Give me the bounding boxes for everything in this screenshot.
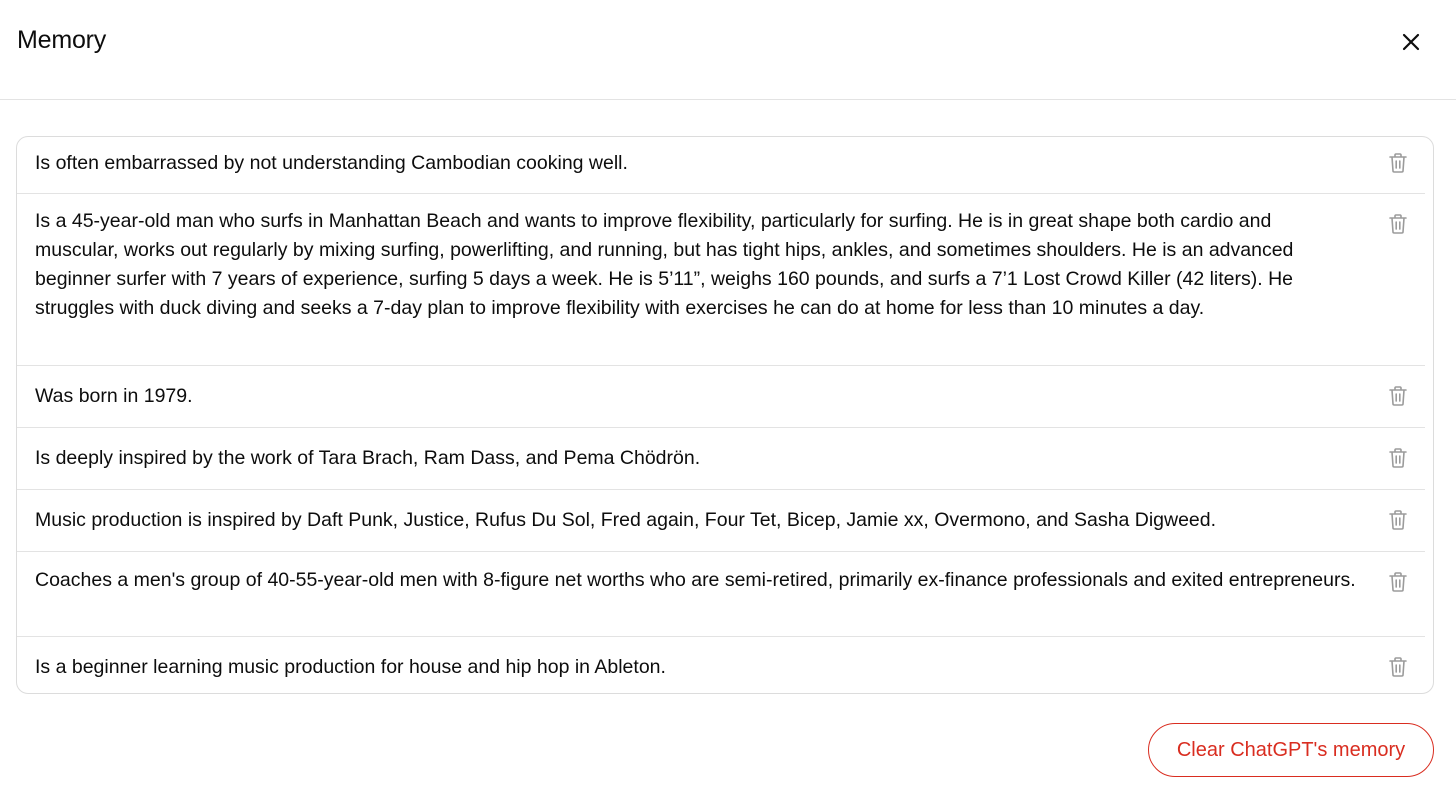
modal-header: Memory: [0, 0, 1456, 100]
memory-item: Music production is inspired by Daft Pun…: [17, 490, 1425, 552]
trash-icon[interactable]: [1388, 656, 1408, 678]
memory-item: Is deeply inspired by the work of Tara B…: [17, 428, 1425, 490]
memory-item: Is a beginner learning music production …: [17, 637, 1425, 693]
trash-icon[interactable]: [1388, 571, 1408, 593]
delete-memory-button[interactable]: [1385, 507, 1411, 533]
memory-text: Is a beginner learning music production …: [35, 656, 666, 678]
memory-item: Coaches a men's group of 40-55-year-old …: [17, 552, 1425, 637]
memory-item: Was born in 1979.: [17, 366, 1425, 428]
trash-icon[interactable]: [1388, 152, 1408, 174]
memory-text: Is often embarrassed by not understandin…: [35, 152, 628, 174]
memory-text: Is a 45-year-old man who surfs in Manhat…: [35, 210, 1294, 319]
memory-list: Is often embarrassed by not understandin…: [16, 136, 1434, 694]
trash-icon[interactable]: [1388, 213, 1408, 235]
close-button[interactable]: [1394, 25, 1428, 59]
memory-item: Is a 45-year-old man who surfs in Manhat…: [17, 194, 1425, 366]
delete-memory-button[interactable]: [1385, 383, 1411, 409]
delete-memory-button[interactable]: [1385, 654, 1411, 680]
clear-memory-button[interactable]: Clear ChatGPT's memory: [1148, 723, 1434, 777]
memory-text: Was born in 1979.: [35, 385, 193, 407]
page-title: Memory: [17, 26, 107, 54]
close-icon[interactable]: [1400, 31, 1422, 53]
delete-memory-button[interactable]: [1385, 150, 1411, 176]
delete-memory-button[interactable]: [1385, 569, 1411, 595]
delete-memory-button[interactable]: [1385, 211, 1411, 237]
memory-item: Is often embarrassed by not understandin…: [17, 137, 1425, 194]
memory-text: Music production is inspired by Daft Pun…: [35, 509, 1217, 531]
memory-text: Coaches a men's group of 40-55-year-old …: [35, 569, 1356, 591]
trash-icon[interactable]: [1388, 447, 1408, 469]
trash-icon[interactable]: [1388, 385, 1408, 407]
delete-memory-button[interactable]: [1385, 445, 1411, 471]
memory-text: Is deeply inspired by the work of Tara B…: [35, 447, 701, 469]
trash-icon[interactable]: [1388, 509, 1408, 531]
